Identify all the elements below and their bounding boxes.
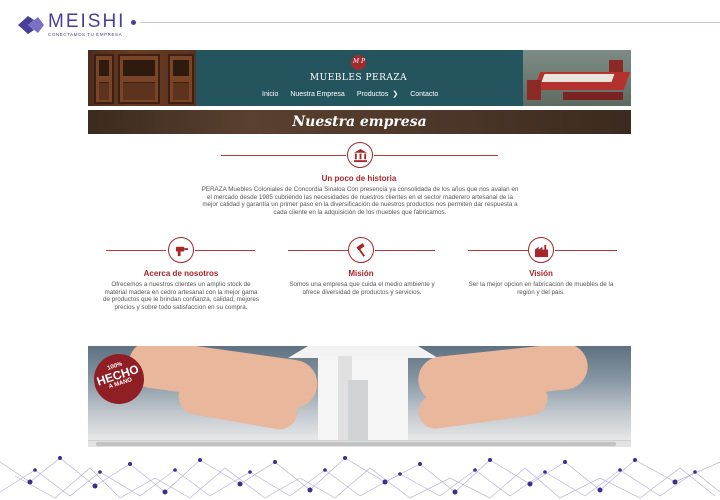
nav-item-productos[interactable]: Productos ❯ bbox=[357, 90, 399, 99]
site-title: MUEBLES PERAZA bbox=[309, 73, 408, 83]
factory-icon bbox=[528, 237, 554, 263]
history-text: PERAZA Muebles Coloniales de Concordia S… bbox=[201, 186, 519, 216]
dining-photo bbox=[523, 50, 631, 106]
cabinet-photo bbox=[88, 50, 196, 106]
house-model-icon bbox=[288, 346, 438, 440]
hammer-icon bbox=[348, 237, 374, 263]
handmade-photo: 100% HECHO A MANO bbox=[88, 346, 631, 440]
about-heading: Acerca de nosotros bbox=[143, 269, 219, 278]
col1-divider-left bbox=[106, 250, 166, 251]
nav-item-contacto[interactable]: Contacto bbox=[410, 90, 438, 98]
mission-text: Somos una empresa que cuida el medio amb… bbox=[289, 281, 435, 296]
history-divider-right bbox=[374, 155, 498, 156]
bank-icon bbox=[347, 142, 373, 168]
network-pattern bbox=[0, 456, 720, 499]
brand-name: MEISHI bbox=[48, 11, 126, 32]
vision-heading: Visión bbox=[529, 269, 553, 278]
meishi-brand: MEISHI CONECTAMOS TU EMPRESA bbox=[18, 12, 125, 38]
col3-divider-right bbox=[555, 250, 617, 251]
nav-item-inicio[interactable]: Inicio bbox=[262, 90, 278, 98]
vision-text: Ser la mejor opcion en fabricación de mu… bbox=[468, 281, 614, 296]
drill-icon bbox=[168, 237, 194, 263]
banner-title: Nuestra empresa bbox=[292, 114, 427, 130]
website-screenshot: M P MUEBLES PERAZA Inicio Nuestra Empres… bbox=[88, 50, 631, 447]
meishi-logo-icon bbox=[18, 16, 44, 34]
col1-divider-right bbox=[195, 250, 255, 251]
about-text: Ofrecemos a nuestros clientes un amplio … bbox=[102, 281, 260, 311]
header-rule bbox=[140, 22, 720, 23]
nav-item-nuestra-empresa[interactable]: Nuestra Empresa bbox=[290, 90, 344, 98]
site-nav: Inicio Nuestra Empresa Productos ❯ Contac… bbox=[262, 90, 450, 99]
site-header: M P MUEBLES PERAZA Inicio Nuestra Empres… bbox=[88, 50, 631, 106]
history-divider-left bbox=[221, 155, 346, 156]
section-banner: Nuestra empresa bbox=[88, 110, 631, 134]
col3-divider-left bbox=[468, 250, 528, 251]
presentation-slide: MEISHI CONECTAMOS TU EMPRESA M P MUEBLES… bbox=[0, 0, 720, 500]
header-dot bbox=[131, 20, 136, 25]
history-heading: Un poco de historia bbox=[321, 174, 397, 183]
col2-divider-right bbox=[375, 250, 435, 251]
col2-divider-left bbox=[288, 250, 348, 251]
horizontal-scrollbar[interactable] bbox=[88, 440, 631, 447]
mission-heading: Misión bbox=[348, 269, 374, 278]
site-logo-icon[interactable]: M P bbox=[351, 55, 366, 70]
brand-tagline: CONECTAMOS TU EMPRESA bbox=[48, 32, 123, 37]
chevron-right-icon: ❯ bbox=[392, 91, 399, 98]
scrollbar-thumb[interactable] bbox=[96, 442, 616, 446]
